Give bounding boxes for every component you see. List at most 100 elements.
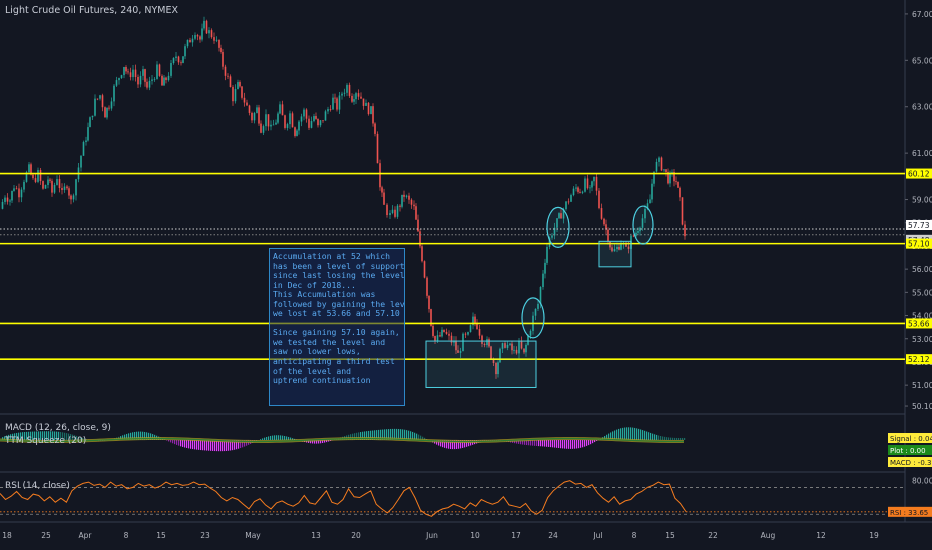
- candle-body: [237, 82, 239, 89]
- macd-bar: [574, 440, 576, 449]
- candle-body: [205, 20, 208, 34]
- candle-body: [381, 187, 383, 193]
- candle-body: [53, 184, 56, 193]
- macd-bar: [682, 437, 684, 440]
- candle-body: [675, 181, 677, 183]
- candle-body: [137, 77, 139, 85]
- candle-body: [586, 178, 589, 189]
- macd-bar: [260, 439, 262, 440]
- candle-body: [324, 111, 327, 121]
- candle-body: [175, 56, 177, 59]
- candle-body: [180, 62, 182, 64]
- candle-body: [241, 86, 243, 98]
- time-tick-label: 15: [156, 531, 166, 540]
- candle-body: [118, 78, 120, 81]
- candle-body: [467, 332, 469, 335]
- candle-body: [441, 329, 443, 337]
- candle-body: [546, 246, 548, 263]
- macd-bar: [206, 440, 208, 451]
- candle-body: [671, 172, 673, 173]
- candle-body: [379, 163, 381, 188]
- time-tick-label: Jun: [425, 531, 438, 540]
- candle-body: [660, 157, 663, 171]
- candle-body: [572, 188, 575, 196]
- candle-body: [651, 183, 653, 200]
- macd-bar: [264, 437, 266, 440]
- macd-bar: [186, 440, 188, 448]
- macd-bar: [660, 436, 662, 440]
- candle-body: [28, 164, 30, 173]
- candle-body: [104, 107, 106, 118]
- candle-body: [655, 161, 658, 172]
- candle-body: [222, 52, 224, 67]
- candle-body: [85, 140, 87, 143]
- candle-body: [224, 66, 227, 76]
- rsi-pane-label: RSI (14, close): [5, 481, 70, 491]
- candle-body: [663, 169, 665, 171]
- macd-bar: [208, 440, 210, 451]
- macd-bar: [548, 440, 550, 447]
- macd-bar: [586, 440, 588, 446]
- candle-body: [372, 106, 374, 124]
- time-tick-label: May: [245, 531, 261, 540]
- candle-body: [658, 157, 660, 162]
- candle-body: [565, 201, 567, 210]
- candle-body: [589, 187, 591, 189]
- time-tick-label: Jul: [592, 531, 602, 540]
- candle-body: [279, 104, 281, 114]
- candle-body: [75, 179, 77, 196]
- price-tick-label: 56.00: [912, 265, 932, 274]
- candle-body: [591, 181, 593, 188]
- candle-body: [403, 194, 405, 197]
- candle-body: [329, 109, 332, 110]
- candle-body: [215, 39, 218, 41]
- candle-body: [110, 101, 113, 109]
- candle-body: [94, 98, 96, 116]
- candle-body: [598, 190, 600, 209]
- candle-body: [108, 107, 110, 109]
- candle-body: [234, 88, 237, 102]
- macd-bar: [560, 440, 562, 449]
- candle-body: [310, 121, 313, 128]
- macd-bar: [646, 431, 648, 440]
- macd-bar: [550, 440, 552, 448]
- candle-body: [305, 109, 308, 119]
- candle-body: [394, 209, 396, 217]
- macd-bar: [668, 437, 670, 440]
- candle-body: [684, 224, 686, 237]
- macd-bar: [578, 440, 580, 449]
- macd-bar: [676, 437, 678, 440]
- candle-body: [42, 181, 44, 189]
- time-tick-label: 8: [632, 531, 637, 540]
- price-tick-label: 65.00: [912, 56, 932, 65]
- price-axis-badge-label: 52.12: [908, 355, 930, 364]
- macd-bar: [174, 440, 176, 445]
- macd-bar: [534, 440, 536, 446]
- macd-bar: [194, 440, 196, 450]
- price-tick-label: 53.00: [912, 335, 932, 344]
- candle-body: [213, 37, 215, 41]
- candle-body: [267, 114, 270, 127]
- candle-body: [327, 109, 329, 112]
- macd-bar: [680, 437, 682, 440]
- macd-bar: [542, 440, 544, 447]
- candle-body: [415, 206, 417, 220]
- macd-bar: [630, 427, 632, 440]
- price-tick-label: 61.00: [912, 149, 932, 158]
- candle-body: [91, 115, 94, 118]
- candle-body: [300, 116, 303, 122]
- candle-body: [423, 261, 426, 278]
- candle-body: [284, 115, 286, 128]
- candle-body: [239, 82, 241, 87]
- macd-bar: [566, 440, 568, 449]
- time-tick-label: 10: [470, 531, 480, 540]
- macd-bar: [628, 427, 630, 440]
- candle-body: [313, 116, 315, 122]
- candle-body: [210, 30, 213, 38]
- macd-bar: [284, 435, 286, 440]
- macd-bar: [650, 432, 652, 440]
- macd-bar: [568, 440, 570, 449]
- macd-bar: [190, 440, 192, 449]
- candle-body: [1, 201, 4, 209]
- candle-body: [334, 97, 336, 99]
